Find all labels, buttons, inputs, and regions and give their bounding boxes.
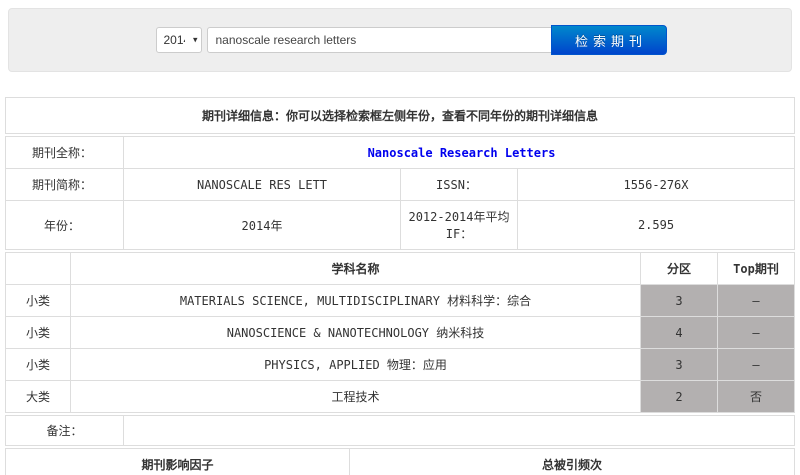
subject-type-cell: 小类	[5, 348, 71, 381]
cites-section-header: 总被引频次	[349, 448, 795, 475]
partition-cell: 2	[640, 380, 718, 413]
search-journal-button[interactable]: 检索期刊	[550, 25, 667, 55]
year-row: 年份： 2014年 2012-2014年平均IF： 2.595	[5, 200, 795, 250]
year-select-wrap: 2014 ▾	[155, 27, 202, 53]
subject-name-cell: 工程技术	[70, 380, 641, 413]
subject-name-cell: PHYSICS, APPLIED 物理：应用	[70, 348, 641, 381]
issn-label: ISSN：	[400, 168, 518, 201]
panel-title-table: 期刊详细信息：你可以选择检索框左侧年份，查看不同年份的期刊详细信息	[5, 97, 795, 134]
subject-type-cell: 大类	[5, 380, 71, 413]
note-row: 备注：	[5, 415, 795, 446]
top-journal-cell: –	[717, 316, 795, 349]
full-name-label: 期刊全称：	[5, 136, 124, 169]
top-journal-cell: –	[717, 348, 795, 381]
note-value	[123, 415, 795, 446]
subject-header-row: 学科名称 分区 Top期刊	[5, 252, 795, 285]
journal-search-input[interactable]	[206, 27, 552, 53]
year-value: 2014年	[123, 200, 401, 250]
subject-blank-header	[5, 252, 71, 285]
if-section-header: 期刊影响因子	[4, 448, 351, 475]
avg-if-label: 2012-2014年平均IF：	[400, 200, 518, 250]
avg-if-value: 2.595	[517, 200, 795, 250]
subject-name-header: 学科名称	[70, 252, 641, 285]
top-journal-cell: 否	[717, 380, 795, 413]
subject-name-cell: NANOSCIENCE & NANOTECHNOLOGY 纳米科技	[70, 316, 641, 349]
issn-value: 1556-276X	[517, 168, 795, 201]
metrics-table: 期刊影响因子 总被引频次 2012年 2013年 2014年 2013年 201…	[4, 448, 795, 475]
subject-type-cell: 小类	[5, 316, 71, 349]
partition-header: 分区	[640, 252, 718, 285]
short-name-label: 期刊简称：	[5, 168, 124, 201]
year-label: 年份：	[5, 200, 124, 250]
subject-row: 小类 MATERIALS SCIENCE, MULTIDISCIPLINARY …	[5, 284, 795, 317]
short-name-row: 期刊简称： NANOSCALE RES LETT ISSN： 1556-276X	[5, 168, 795, 201]
subject-row: 小类 PHYSICS, APPLIED 物理：应用 3 –	[5, 348, 795, 381]
top-journal-cell: –	[717, 284, 795, 317]
top-journal-header: Top期刊	[717, 252, 795, 285]
metrics-section-header-row: 期刊影响因子 总被引频次	[4, 448, 795, 475]
search-bar: 2014 ▾ 检索期刊	[8, 8, 792, 72]
partition-cell: 4	[640, 316, 718, 349]
note-label: 备注：	[5, 415, 124, 446]
subject-type-cell: 小类	[5, 284, 71, 317]
note-table: 备注：	[5, 415, 795, 446]
subject-name-cell: MATERIALS SCIENCE, MULTIDISCIPLINARY 材料科…	[70, 284, 641, 317]
partition-cell: 3	[640, 284, 718, 317]
journal-full-name-link[interactable]: Nanoscale Research Letters	[368, 146, 556, 160]
year-select[interactable]: 2014	[155, 27, 202, 53]
subject-row: 大类 工程技术 2 否	[5, 380, 795, 413]
subject-table: 学科名称 分区 Top期刊 小类 MATERIALS SCIENCE, MULT…	[5, 252, 795, 413]
subject-row: 小类 NANOSCIENCE & NANOTECHNOLOGY 纳米科技 4 –	[5, 316, 795, 349]
full-name-row: 期刊全称： Nanoscale Research Letters	[5, 136, 795, 169]
journal-info-table: 期刊全称： Nanoscale Research Letters 期刊简称： N…	[5, 136, 795, 250]
partition-cell: 3	[640, 348, 718, 381]
journal-detail-panel: 期刊详细信息：你可以选择检索框左侧年份，查看不同年份的期刊详细信息 期刊全称： …	[4, 97, 795, 475]
panel-title: 期刊详细信息：你可以选择检索框左侧年份，查看不同年份的期刊详细信息	[5, 97, 795, 134]
short-name-value: NANOSCALE RES LETT	[123, 168, 401, 201]
